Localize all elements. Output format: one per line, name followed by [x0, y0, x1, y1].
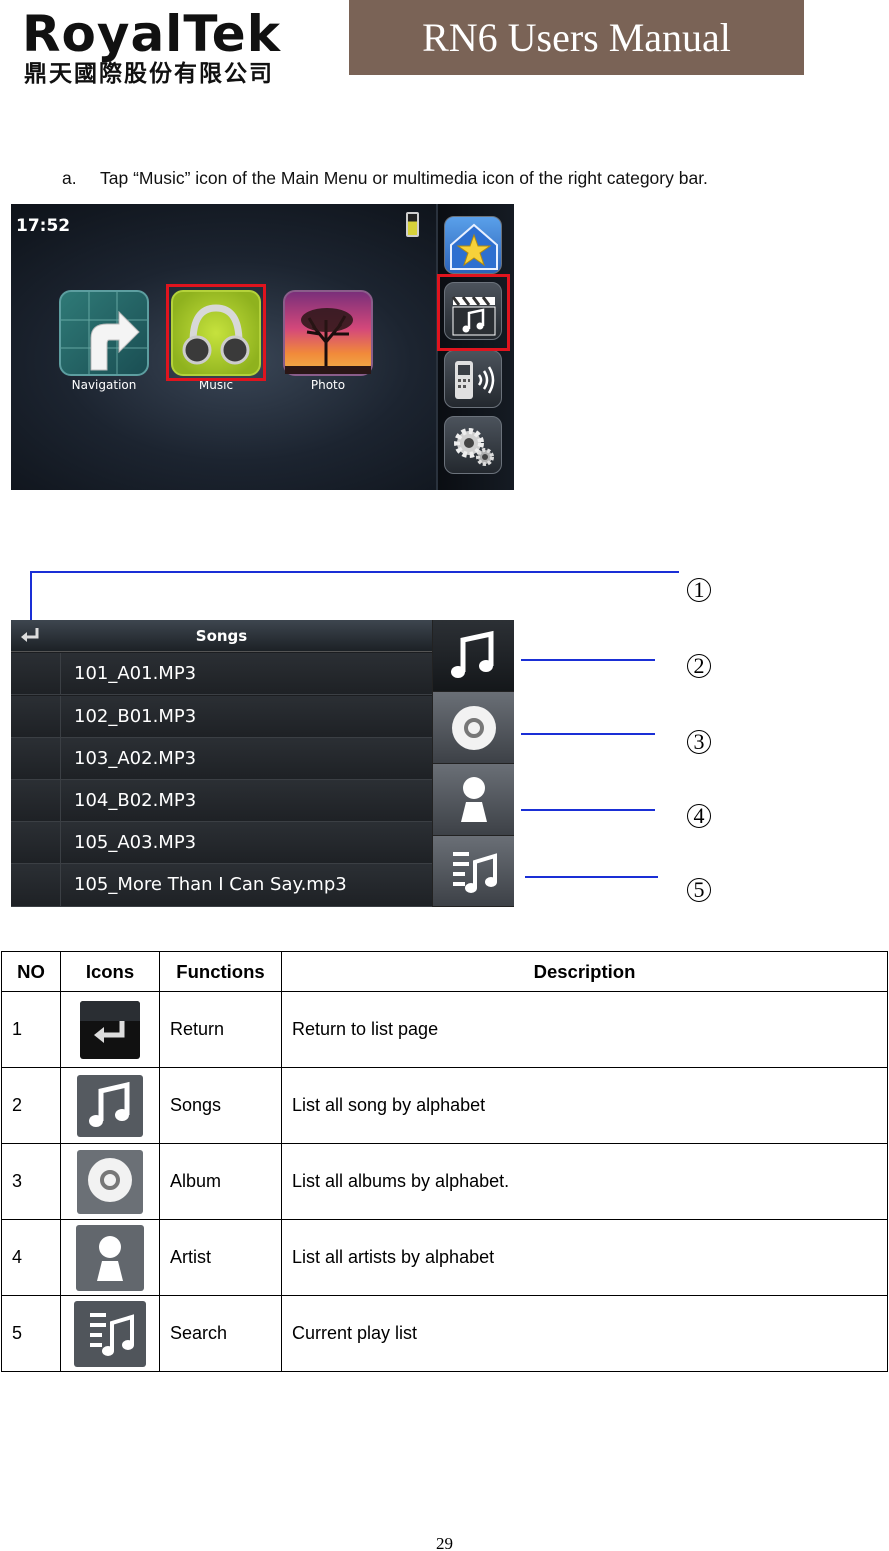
- table-header-row: NO Icons Functions Description: [1, 951, 888, 992]
- song-name: 101_A01.MP3: [74, 663, 197, 684]
- song-name: 104_B02.MP3: [74, 790, 197, 811]
- song-name: 102_B01.MP3: [74, 706, 197, 727]
- playlist-tab[interactable]: [432, 836, 514, 907]
- row-no: 3: [1, 1143, 61, 1220]
- callout-line-1-horizontal: [30, 571, 679, 573]
- row-description: List all song by alphabet: [281, 1067, 888, 1144]
- song-name: 105_A03.MP3: [74, 832, 197, 853]
- song-row[interactable]: 105_More Than I Can Say.mp3: [11, 864, 432, 907]
- row-function: Album: [159, 1143, 282, 1220]
- artist-person-icon: [461, 777, 487, 822]
- navigation-icon: [61, 292, 147, 374]
- logo-name: RoyalTek: [22, 5, 281, 63]
- step-text: Tap “Music” icon of the Main Menu or mul…: [100, 168, 708, 188]
- callout-number-4: 4: [687, 804, 711, 828]
- song-row[interactable]: 101_A01.MP3: [11, 653, 432, 695]
- phone-button[interactable]: [444, 350, 502, 408]
- songs-icon: [77, 1074, 143, 1137]
- album-disc-icon: [452, 706, 496, 750]
- songs-list-screenshot: Songs 101_A01.MP3 102_B01.MP3 103_A02.MP…: [11, 620, 514, 907]
- callout-line-1-vertical: [30, 571, 32, 621]
- callout-number-5: 5: [687, 878, 711, 902]
- song-row[interactable]: 105_A03.MP3: [11, 822, 432, 864]
- row-no: 2: [1, 1067, 61, 1144]
- return-icon: [80, 1000, 140, 1059]
- callout-number-3: 3: [687, 730, 711, 754]
- row-function: Return: [159, 991, 282, 1068]
- table-row: 5 Search Current play list: [1, 1295, 888, 1372]
- header-description: Description: [281, 951, 888, 992]
- favorites-button[interactable]: [444, 216, 502, 274]
- album-icon: [77, 1149, 143, 1214]
- photo-label: Photo: [310, 378, 346, 392]
- table-row: 2 Songs List all song by alphabet: [1, 1067, 888, 1144]
- row-description: Current play list: [281, 1295, 888, 1372]
- song-row[interactable]: 104_B02.MP3: [11, 780, 432, 822]
- callout-line-3: [521, 733, 655, 735]
- navigation-label: Navigation: [71, 378, 137, 392]
- music-highlight-box: [166, 284, 266, 381]
- song-name: 105_More Than I Can Say.mp3: [74, 874, 347, 895]
- settings-button[interactable]: [444, 416, 502, 474]
- callout-number-2: 2: [687, 654, 711, 678]
- row-no: 4: [1, 1219, 61, 1296]
- header-no: NO: [1, 951, 61, 992]
- settings-gear-icon: [454, 428, 494, 466]
- row-no: 5: [1, 1295, 61, 1372]
- search-playlist-icon: [74, 1300, 146, 1367]
- row-function: Songs: [159, 1067, 282, 1144]
- artist-tab[interactable]: [432, 764, 514, 836]
- battery-icon: [406, 212, 419, 237]
- manual-title: RN6 Users Manual: [349, 0, 804, 75]
- instruction-step: a. Tap “Music” icon of the Main Menu or m…: [62, 168, 708, 189]
- header-icons: Icons: [60, 951, 160, 992]
- songs-tab[interactable]: [432, 620, 514, 692]
- favorites-star-icon: [450, 223, 498, 270]
- callout-line-2: [521, 659, 655, 661]
- row-function: Artist: [159, 1219, 282, 1296]
- row-description: List all artists by alphabet: [281, 1219, 888, 1296]
- photo-tile[interactable]: [283, 290, 373, 376]
- step-letter: a.: [62, 168, 77, 188]
- navigation-tile[interactable]: [59, 290, 149, 376]
- row-no: 1: [1, 991, 61, 1068]
- multimedia-highlight-box: [437, 274, 510, 351]
- artist-icon: [76, 1224, 144, 1291]
- album-tab[interactable]: [432, 692, 514, 764]
- callout-number-1: 1: [687, 578, 711, 602]
- table-row: 4 Artist List all artists by alphabet: [1, 1219, 888, 1296]
- music-note-icon: [451, 630, 494, 678]
- clock-time: 17:52: [16, 216, 71, 236]
- songs-title: Songs: [195, 627, 248, 645]
- page-number: 29: [436, 1534, 453, 1551]
- main-menu-screenshot: 17:52 Navigation Music Photo: [11, 204, 514, 490]
- song-name: 103_A02.MP3: [74, 748, 197, 769]
- table-row: 3 Album List all albums by alphabet.: [1, 1143, 888, 1220]
- row-description: Return to list page: [281, 991, 888, 1068]
- royaltek-logo: RoyalTek 鼎天國際股份有限公司: [22, 8, 322, 90]
- logo-subtitle: 鼎天國際股份有限公司: [24, 61, 274, 87]
- row-description: List all albums by alphabet.: [281, 1143, 888, 1220]
- table-row: 1 Return Return to list page: [1, 991, 888, 1068]
- row-function: Search: [159, 1295, 282, 1372]
- songs-title-bar: Songs: [11, 620, 432, 652]
- tree-sunset-icon: [285, 308, 371, 374]
- functions-table: NO Icons Functions Description 1 Return …: [1, 951, 888, 1372]
- callout-line-5: [525, 876, 658, 878]
- song-row[interactable]: 103_A02.MP3: [11, 738, 432, 780]
- header-functions: Functions: [159, 951, 282, 992]
- callout-line-4: [521, 809, 655, 811]
- song-row[interactable]: 102_B01.MP3: [11, 696, 432, 738]
- phone-icon: [455, 361, 495, 399]
- playlist-icon: [453, 852, 497, 893]
